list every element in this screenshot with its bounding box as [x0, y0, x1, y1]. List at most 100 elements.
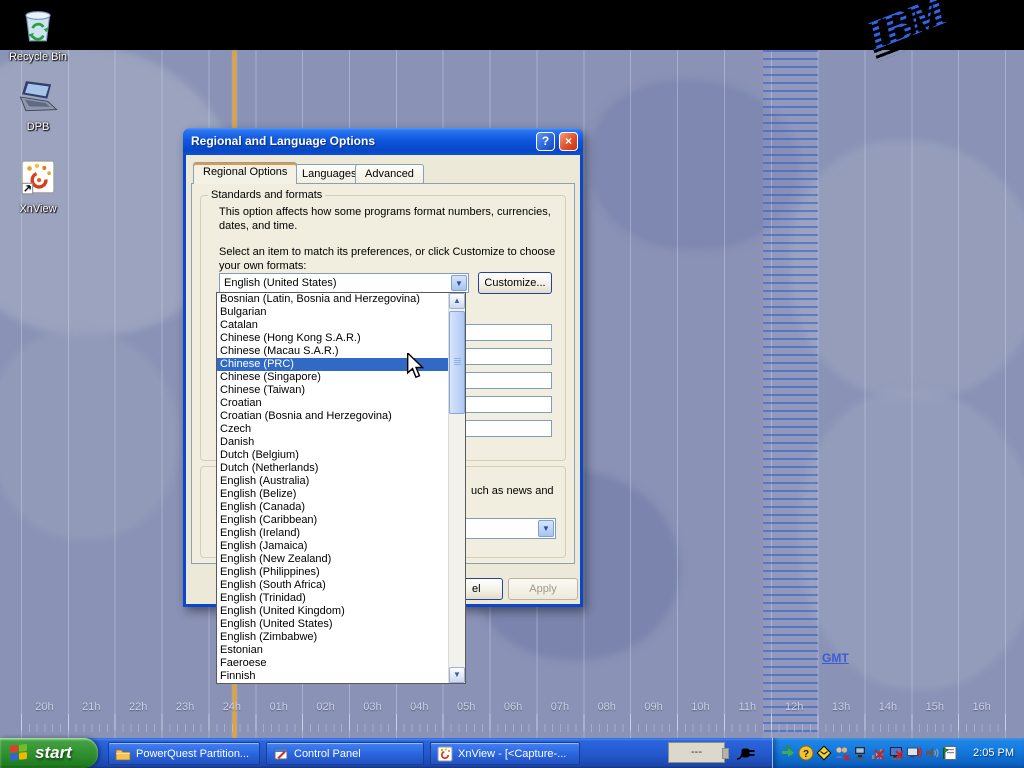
display-disconnected-icon[interactable] — [906, 745, 922, 761]
signal-unavailable-icon[interactable] — [870, 745, 886, 761]
xnview-icon — [20, 160, 56, 196]
hour-label: 08h — [583, 701, 630, 713]
chevron-down-icon[interactable]: ▼ — [538, 520, 554, 537]
gmt-meridian-band — [763, 50, 818, 738]
locale-list-item[interactable]: Chinese (Hong Kong S.A.R.) — [217, 332, 448, 345]
close-button[interactable]: × — [559, 132, 578, 151]
apply-button: Apply — [508, 578, 578, 600]
system-tray: ? — [772, 738, 1024, 768]
locale-list-item[interactable]: Dutch (Belgium) — [217, 449, 448, 462]
scroll-down-icon[interactable]: ▼ — [449, 667, 465, 683]
scrollbar-thumb[interactable] — [449, 311, 465, 414]
dialog-titlebar[interactable]: Regional and Language Options ? × — [183, 128, 583, 155]
taskbar-task-powerquest[interactable]: PowerQuest Partition... — [108, 742, 260, 765]
top-banner: IBM — [0, 0, 1024, 50]
scroll-up-icon[interactable]: ▲ — [449, 293, 465, 309]
tab-regional-options[interactable]: Regional Options — [193, 162, 297, 184]
locale-combobox[interactable]: English (United States) ▼ — [219, 273, 469, 293]
hour-label: 24h — [208, 701, 255, 713]
locale-list-item[interactable]: English (Ireland) — [217, 527, 448, 540]
locale-list-item[interactable]: English (Trinidad) — [217, 592, 448, 605]
hour-label: 07h — [536, 701, 583, 713]
locale-list-item[interactable]: English (United Kingdom) — [217, 605, 448, 618]
location-text-fragment: uch as news and — [471, 484, 554, 498]
recycle-bin-icon — [19, 6, 57, 44]
hour-label: 23h — [162, 701, 209, 713]
locale-list-item[interactable]: English (Zimbabwe) — [217, 631, 448, 644]
minute-ticks — [21, 724, 1006, 732]
start-button-label: start — [35, 743, 72, 763]
locale-list-item[interactable]: Faeroese — [217, 657, 448, 670]
locale-list-item[interactable]: English (Belize) — [217, 488, 448, 501]
hour-label: 01h — [255, 701, 302, 713]
hour-label: 06h — [490, 701, 537, 713]
help-button[interactable]: ? — [536, 132, 555, 151]
messenger-offline-icon[interactable] — [834, 745, 850, 761]
standards-group-label: Standards and formats — [208, 188, 325, 202]
start-button[interactable]: start — [0, 738, 98, 768]
mail-notify-icon[interactable] — [816, 745, 832, 761]
svg-text:?: ? — [803, 749, 809, 760]
locale-list-item[interactable]: Bulgarian — [217, 306, 448, 319]
taskbar-clock[interactable]: 2:05 PM — [973, 747, 1024, 759]
locale-list-item[interactable]: Catalan — [217, 319, 448, 332]
volume-icon[interactable] — [924, 745, 940, 761]
locale-list-item[interactable]: English (Jamaica) — [217, 540, 448, 553]
locale-list-item[interactable]: English (Caribbean) — [217, 514, 448, 527]
desktop-icon-dpb[interactable]: DPB — [0, 80, 76, 133]
standards-description: This option affects how some programs fo… — [219, 205, 559, 233]
hour-label: 21h — [68, 701, 115, 713]
locale-list-item[interactable]: English (United States) — [217, 618, 448, 631]
locale-list-item[interactable]: Croatian — [217, 397, 448, 410]
locale-list-item[interactable]: English (New Zealand) — [217, 553, 448, 566]
desktop-icon-label: XnView — [0, 203, 76, 215]
standards-instruction: Select an item to match its preferences,… — [219, 245, 564, 273]
locale-list-item[interactable]: Estonian — [217, 644, 448, 657]
desktop-icon-label: Recycle Bin — [0, 51, 76, 63]
hour-label: 10h — [677, 701, 724, 713]
xnview-task-icon — [437, 746, 453, 762]
network-status-icon[interactable] — [852, 745, 868, 761]
laptop-icon — [16, 80, 60, 114]
locale-list-item[interactable]: Finnish — [217, 670, 448, 683]
chevron-down-icon[interactable]: ▼ — [451, 275, 467, 291]
taskbar-task-xnview[interactable]: XnView - [<Capture-... — [430, 742, 580, 765]
help-agent-icon[interactable]: ? — [798, 745, 814, 761]
windows-flag-icon — [8, 743, 30, 763]
system-error-icon[interactable] — [888, 745, 904, 761]
locale-dropdown-list: Bosnian (Latin, Bosnia and Herzegovina)B… — [216, 292, 466, 684]
taskbar: start PowerQuest Partition... Control Pa… — [0, 738, 1024, 768]
locale-list-items: Bosnian (Latin, Bosnia and Herzegovina)B… — [217, 293, 448, 683]
hour-label: 20h — [21, 701, 68, 713]
text-input-icon[interactable] — [942, 745, 958, 761]
power-profile-icon[interactable] — [780, 745, 796, 761]
desktop-icon-xnview[interactable]: XnView — [0, 160, 76, 215]
locale-list-item[interactable]: Czech — [217, 423, 448, 436]
hour-label: 09h — [630, 701, 677, 713]
taskbar-task-control-panel[interactable]: Control Panel — [266, 742, 424, 765]
locale-list-item[interactable]: Danish — [217, 436, 448, 449]
locale-list-item[interactable]: English (Canada) — [217, 501, 448, 514]
hour-label: 22h — [115, 701, 162, 713]
locale-list-item[interactable]: English (Australia) — [217, 475, 448, 488]
locale-list-item[interactable]: Bosnian (Latin, Bosnia and Herzegovina) — [217, 293, 448, 306]
tab-advanced[interactable]: Advanced — [355, 164, 424, 185]
hour-label: 11h — [724, 701, 771, 713]
folder-icon — [115, 746, 131, 762]
locale-list-item[interactable]: Dutch (Netherlands) — [217, 462, 448, 475]
locale-list-item[interactable]: English (Philippines) — [217, 566, 448, 579]
locale-combobox-value: English (United States) — [224, 274, 337, 292]
hour-label: 14h — [864, 701, 911, 713]
customize-button[interactable]: Customize... — [478, 272, 552, 294]
locale-list-item[interactable]: Chinese (Taiwan) — [217, 384, 448, 397]
hour-label: 12h — [771, 701, 818, 713]
locale-list-item[interactable]: Croatian (Bosnia and Herzegovina) — [217, 410, 448, 423]
hour-label: 02h — [302, 701, 349, 713]
hour-label: 05h — [443, 701, 490, 713]
hour-label: 13h — [818, 701, 865, 713]
battery-meter[interactable]: --- — [668, 742, 725, 763]
scrollbar[interactable]: ▲ ▼ — [448, 293, 465, 683]
ac-power-plug-icon — [736, 746, 758, 761]
desktop-icon-recycle-bin[interactable]: Recycle Bin — [0, 6, 76, 63]
locale-list-item[interactable]: English (South Africa) — [217, 579, 448, 592]
